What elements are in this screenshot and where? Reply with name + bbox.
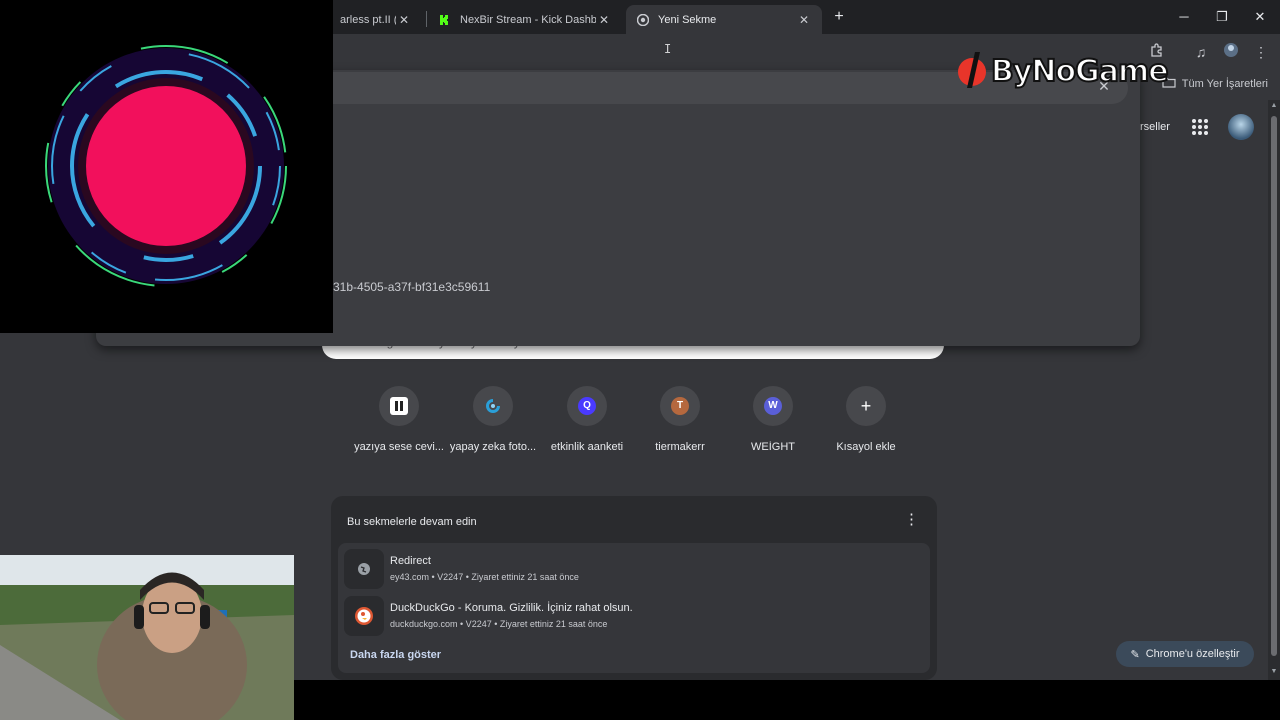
- bynogame-logo: ByNoGame: [955, 48, 1170, 96]
- stream-bottom-bar: [294, 680, 1280, 720]
- chrome-logo-icon: [636, 13, 650, 27]
- brand-name: ByNoGame: [990, 53, 1170, 90]
- text-cursor-icon: I: [664, 42, 672, 56]
- tab-separator: [426, 11, 427, 27]
- tab-new-tab[interactable]: Yeni Sekme ✕: [626, 5, 822, 34]
- add-shortcut-tile[interactable]: + Kısayol ekle: [819, 386, 913, 453]
- new-tab-button[interactable]: +: [830, 8, 848, 26]
- shortcut-label: tiermakerr: [655, 441, 705, 453]
- media-control-icon[interactable]: ♫: [1191, 42, 1211, 62]
- google-account-avatar[interactable]: [1228, 114, 1254, 140]
- item-title: DuckDuckGo - Koruma. Gizlilik. İçiniz ra…: [390, 602, 633, 614]
- scrollbar-thumb[interactable]: [1271, 116, 1277, 656]
- google-apps-icon[interactable]: [1190, 117, 1210, 137]
- audio-visualizer-overlay: [0, 0, 333, 333]
- letter-icon: Q: [578, 397, 596, 415]
- plus-icon: +: [860, 396, 872, 416]
- customize-chrome-button[interactable]: ✎ Chrome'u özelleştir: [1116, 641, 1254, 667]
- item-meta: duckduckgo.com • V2247 • Ziyaret ettiniz…: [390, 619, 608, 629]
- close-icon[interactable]: ✕: [396, 13, 412, 27]
- shortcut-tile[interactable]: W WEİGHT: [726, 386, 820, 453]
- letter-icon: W: [764, 397, 782, 415]
- shortcut-icon-bg: +: [846, 386, 886, 426]
- duckduckgo-icon: [344, 596, 384, 636]
- shortcut-icon-bg: W: [753, 386, 793, 426]
- list-item[interactable]: DuckDuckGo - Koruma. Gizlilik. İçiniz ra…: [344, 594, 924, 638]
- page-scrollbar[interactable]: ▲ ▼: [1268, 100, 1280, 680]
- all-bookmarks-label: Tüm Yer İşaretleri: [1181, 77, 1268, 90]
- close-icon[interactable]: ✕: [796, 13, 812, 27]
- shortcut-label: yapay zeka foto...: [449, 441, 537, 453]
- menu-icon[interactable]: ⋮: [1251, 42, 1271, 62]
- shortcut-label: etkinlik aanketi: [550, 441, 624, 453]
- profile-icon[interactable]: [1221, 42, 1241, 62]
- shortcut-icon-bg: Q: [567, 386, 607, 426]
- tab-title: NexBir Stream - Kick Dashboard: [460, 13, 596, 26]
- tab-title: arless pt.II (fea: [340, 13, 396, 26]
- item-title: Redirect: [390, 555, 431, 567]
- tab-kick-dashboard[interactable]: NexBir Stream - Kick Dashboard ✕: [428, 5, 622, 34]
- scroll-down-icon[interactable]: ▼: [1270, 668, 1278, 675]
- customize-label: Chrome'u özelleştir: [1145, 648, 1240, 660]
- continue-tabs-card: Bu sekmelerle devam edin ⋮ Redirect ey43…: [331, 496, 937, 680]
- shortcut-icon-bg: [379, 386, 419, 426]
- shortcut-tile[interactable]: T tiermakerr: [633, 386, 727, 453]
- scroll-up-icon[interactable]: ▲: [1270, 102, 1278, 109]
- shortcut-label: WEİGHT: [751, 441, 795, 453]
- shortcut-label: Kısayol ekle: [836, 441, 896, 453]
- shortcut-icon-bg: T: [660, 386, 700, 426]
- tab-audio[interactable]: arless pt.II (fea ✕: [330, 5, 422, 34]
- window-close-icon[interactable]: ✕: [1249, 6, 1271, 28]
- omnibox-suggestion[interactable]: 31b-4505-a37f-bf31e3c59611: [333, 280, 490, 294]
- globe-icon: [344, 549, 384, 589]
- show-more-link[interactable]: Daha fazla göster: [350, 649, 441, 661]
- restore-icon[interactable]: ❐: [1211, 6, 1233, 28]
- all-bookmarks-button[interactable]: Tüm Yer İşaretleri: [1162, 76, 1268, 91]
- tab-title: Yeni Sekme: [658, 13, 717, 26]
- list-item[interactable]: Redirect ey43.com • V2247 • Ziyaret etti…: [344, 547, 924, 591]
- item-meta: ey43.com • V2247 • Ziyaret ettiniz 21 sa…: [390, 572, 579, 582]
- shortcut-tile[interactable]: yapay zeka foto...: [446, 386, 540, 453]
- minimize-icon[interactable]: ─: [1173, 6, 1195, 28]
- shortcut-tile[interactable]: Q etkinlik aanketi: [540, 386, 634, 453]
- pencil-icon: ✎: [1130, 648, 1140, 661]
- pause-icon: [390, 397, 408, 415]
- webcam-overlay: [0, 555, 294, 720]
- shortcut-label: yazıya sese cevi...: [354, 441, 444, 453]
- shortcut-tile[interactable]: yazıya sese cevi...: [352, 386, 446, 453]
- letter-icon: T: [671, 397, 689, 415]
- shortcut-icon-bg: [473, 386, 513, 426]
- kick-logo-icon: [438, 13, 452, 27]
- swirl-icon: [484, 397, 502, 415]
- close-icon[interactable]: ✕: [596, 13, 612, 27]
- more-options-icon[interactable]: ⋮: [904, 512, 919, 528]
- images-link[interactable]: rseller: [1140, 121, 1170, 133]
- card-title: Bu sekmelerle devam edin: [347, 516, 477, 528]
